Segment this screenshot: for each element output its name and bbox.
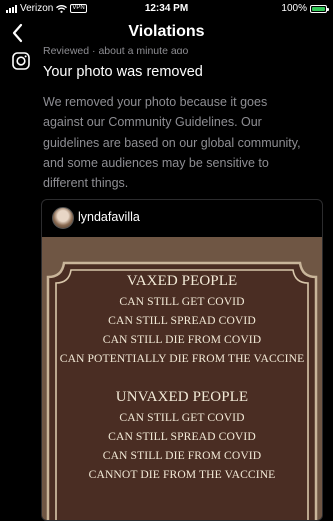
instagram-icon xyxy=(12,52,30,70)
avatar xyxy=(52,207,74,229)
battery-percent: 100% xyxy=(281,3,307,14)
plaque-line: CAN STILL SPREAD COVID xyxy=(108,314,256,327)
plaque-heading: UNVAXED PEOPLE xyxy=(115,389,249,405)
post-photo: VAXED PEOPLE CAN STILL GET COVID CAN STI… xyxy=(42,237,322,520)
page-title: Violations xyxy=(128,23,205,40)
plaque-line: CAN STILL GET COVID xyxy=(119,411,245,424)
plaque-line: CAN STILL GET COVID xyxy=(119,295,245,308)
post-username: lyndafavilla xyxy=(78,210,140,224)
notification-title: Your photo was removed xyxy=(43,64,203,80)
plaque-line: CANNOT DIE FROM THE VACCINE xyxy=(88,468,276,481)
body-line: We removed your photo because it goes xyxy=(43,95,268,109)
plaque-line: CAN STILL DIE FROM COVID xyxy=(102,449,262,462)
plaque-line: CAN STILL DIE FROM COVID xyxy=(102,333,262,346)
body-line: guidelines are based on our global commu… xyxy=(43,135,301,150)
body-line: and some audiences may be sensitive to xyxy=(43,155,269,170)
notification-meta: Reviewed · about a minute ago xyxy=(43,46,189,54)
plaque-line: CAN POTENTIALLY DIE FROM THE VACCINE xyxy=(59,352,305,365)
removed-post-card[interactable]: lyndafavilla VAXED PEOPLE CAN STILL GET … xyxy=(41,199,323,521)
battery-icon xyxy=(310,4,329,13)
status-bar: Verizon VPN 12:34 PM 100% xyxy=(0,0,333,16)
nav-bar: Violations xyxy=(0,16,333,50)
plaque-line: CAN STILL SPREAD COVID xyxy=(108,430,256,443)
body-line: against our Community Guidelines. Our xyxy=(43,115,262,130)
plaque-heading: VAXED PEOPLE xyxy=(126,273,238,289)
post-header: lyndafavilla xyxy=(42,200,322,237)
notification-body: We removed your photo because it goes ag… xyxy=(43,92,325,193)
status-right: 100% xyxy=(281,3,329,14)
body-line: different things. xyxy=(43,176,129,191)
